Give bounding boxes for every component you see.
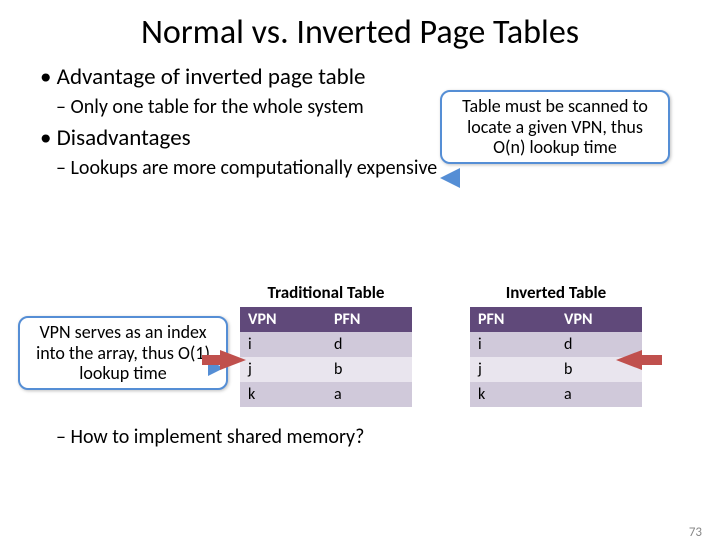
dash-shared-mem: How to implement shared memory?	[40, 425, 688, 451]
traditional-table: VPN PFN i d j b k a	[240, 307, 412, 407]
table-row: j b	[240, 357, 412, 382]
inverted-table-block: Inverted Table PFN VPN i d j b k a	[470, 282, 642, 407]
trad-h2: PFN	[326, 307, 412, 332]
page-number: 73	[689, 525, 702, 540]
callout-scan-pointer	[440, 168, 460, 188]
inv-h2: VPN	[556, 307, 642, 332]
table-row: k a	[240, 382, 412, 407]
table-row: k a	[470, 382, 642, 407]
trad-h1: VPN	[240, 307, 326, 332]
slide-title: Normal vs. Inverted Page Tables	[0, 12, 720, 53]
inverted-table-title: Inverted Table	[470, 282, 642, 303]
traditional-table-title: Traditional Table	[240, 282, 412, 303]
callout-index: VPN serves as an index into the array, t…	[18, 316, 228, 390]
arrow-right-icon	[220, 350, 246, 370]
table-row: i d	[240, 332, 412, 357]
arrow-left-icon	[616, 350, 642, 370]
bottom-text: How to implement shared memory?	[0, 422, 720, 454]
bullet-advantage: Advantage of inverted page table	[40, 63, 688, 92]
inv-h1: PFN	[470, 307, 556, 332]
callout-scan: Table must be scanned to locate a given …	[440, 90, 670, 164]
traditional-table-block: Traditional Table VPN PFN i d j b k a	[240, 282, 412, 407]
